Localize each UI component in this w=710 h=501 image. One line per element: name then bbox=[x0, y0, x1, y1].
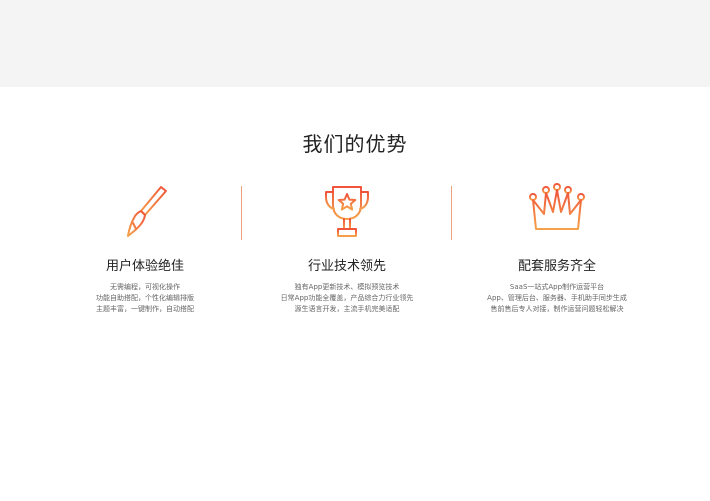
feature-description-line: 售前售后专人对接，制作运营问题轻松解决 bbox=[490, 305, 624, 313]
feature-tech-leading: 行业技术领先 独有App更新技术、模拟预览技术 日常App功能全覆盖，产品综合力… bbox=[252, 182, 442, 315]
feature-description: 无需编程，可视化操作 功能自助搭配，个性化编辑排版 主题丰富，一键制作，自动搭配 bbox=[50, 282, 240, 315]
feature-description-line: 无需编程，可视化操作 bbox=[110, 283, 180, 291]
brush-icon bbox=[50, 182, 240, 244]
feature-complete-service: 配套服务齐全 SaaS一站式App制作运营平台 App、管理后台、服务器、手机助… bbox=[462, 182, 652, 315]
trophy-icon bbox=[252, 182, 442, 244]
section-title: 我们的优势 bbox=[302, 132, 408, 156]
feature-description-line: SaaS一站式App制作运营平台 bbox=[509, 283, 605, 291]
crown-icon bbox=[462, 182, 652, 244]
feature-description-line: 日常App功能全覆盖，产品综合力行业领先 bbox=[280, 294, 414, 302]
divider bbox=[241, 186, 242, 240]
feature-description: SaaS一站式App制作运营平台 App、管理后台、服务器、手机助手同步生成 售… bbox=[462, 282, 652, 315]
feature-title: 配套服务齐全 bbox=[517, 259, 596, 274]
feature-description-line: 功能自助搭配，个性化编辑排版 bbox=[96, 294, 194, 302]
feature-user-experience: 用户体验绝佳 无需编程，可视化操作 功能自助搭配，个性化编辑排版 主题丰富，一键… bbox=[50, 182, 240, 315]
feature-title: 行业技术领先 bbox=[307, 259, 386, 274]
top-banner-area bbox=[0, 0, 710, 87]
feature-description-line: App、管理后台、服务器、手机助手同步生成 bbox=[487, 294, 627, 302]
feature-description-line: 独有App更新技术、模拟预览技术 bbox=[294, 283, 400, 291]
feature-description-line: 源生语言开发，主流手机完美适配 bbox=[294, 305, 400, 313]
divider bbox=[451, 186, 452, 240]
feature-title: 用户体验绝佳 bbox=[105, 259, 184, 274]
feature-description: 独有App更新技术、模拟预览技术 日常App功能全覆盖，产品综合力行业领先 源生… bbox=[252, 282, 442, 315]
feature-description-line: 主题丰富，一键制作，自动搭配 bbox=[96, 305, 194, 313]
